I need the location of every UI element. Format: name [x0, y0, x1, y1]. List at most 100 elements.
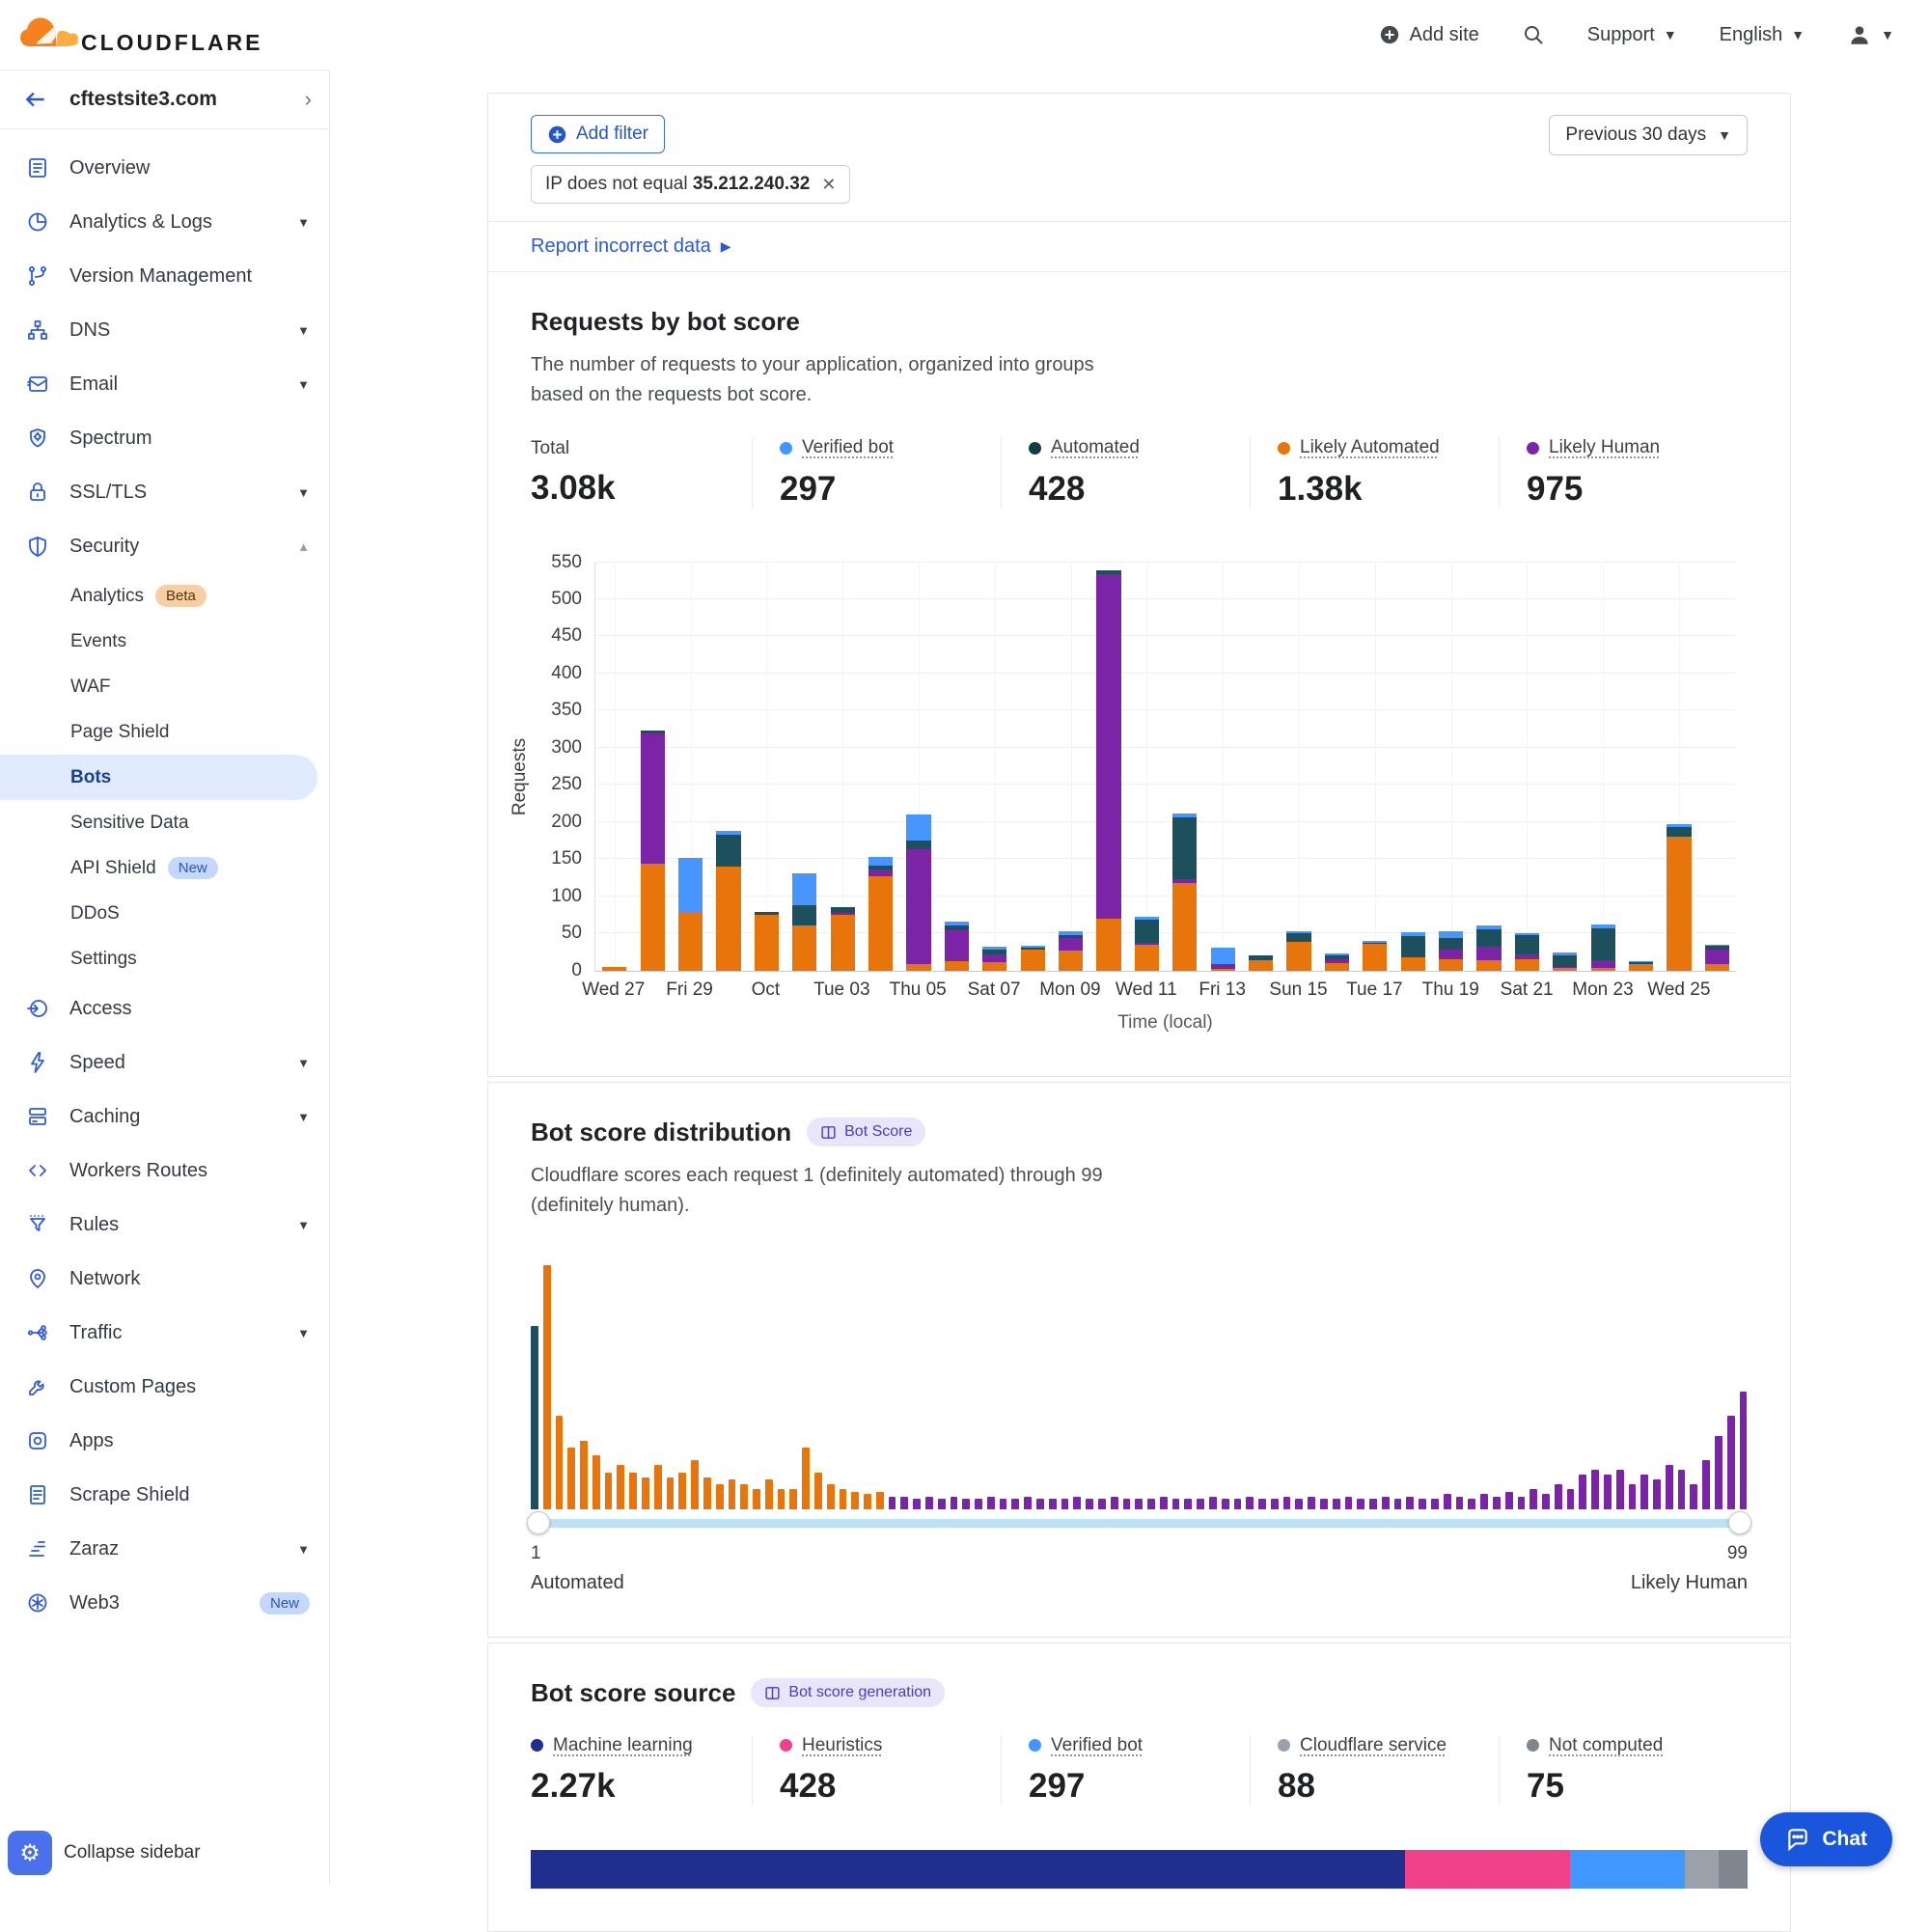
chevron-down-icon[interactable]: ▼	[297, 485, 310, 500]
stacked-bar[interactable]	[945, 922, 969, 970]
bot-score-badge[interactable]: Bot Score	[807, 1118, 925, 1146]
stacked-bar[interactable]	[1059, 931, 1083, 971]
histogram-bar-score-96[interactable]	[1702, 1460, 1710, 1509]
chevron-down-icon[interactable]: ▼	[297, 323, 310, 338]
sidebar-item-apps[interactable]: Apps	[0, 1414, 329, 1468]
chevron-right-icon[interactable]: ›	[305, 87, 312, 112]
histogram-bar-score-81[interactable]	[1518, 1497, 1526, 1509]
histogram-bar-score-71[interactable]	[1394, 1499, 1402, 1508]
add-filter-button[interactable]: Add filter	[531, 115, 665, 153]
histogram-bar-score-80[interactable]	[1505, 1492, 1513, 1509]
add-site-button[interactable]: Add site	[1379, 24, 1478, 46]
histogram-bar-score-25[interactable]	[827, 1484, 835, 1508]
sidebar-subitem-ddos[interactable]: DDoS	[0, 891, 329, 936]
histogram-bar-score-93[interactable]	[1666, 1465, 1673, 1509]
histogram-bar-score-23[interactable]	[802, 1448, 810, 1508]
sidebar-item-network[interactable]: Network	[0, 1252, 329, 1306]
histogram-bar-score-97[interactable]	[1715, 1436, 1722, 1509]
histogram-bar-score-56[interactable]	[1209, 1497, 1217, 1509]
histogram-bar-score-24[interactable]	[814, 1473, 822, 1509]
stacked-bar[interactable]	[831, 907, 855, 971]
histogram-bar-score-84[interactable]	[1555, 1484, 1562, 1508]
sidebar-item-analytics-logs[interactable]: Analytics & Logs▼	[0, 195, 329, 249]
chat-button[interactable]: Chat	[1760, 1812, 1892, 1866]
stacked-bar[interactable]	[1667, 824, 1691, 971]
stacked-bar[interactable]	[1553, 952, 1577, 970]
histogram-bar-score-67[interactable]	[1345, 1497, 1353, 1509]
slider-handle-max[interactable]	[1728, 1511, 1751, 1534]
histogram-bar-score-55[interactable]	[1197, 1499, 1204, 1508]
histogram-bar-score-77[interactable]	[1468, 1499, 1475, 1508]
histogram-bar-score-11[interactable]	[654, 1465, 662, 1509]
sidebar-item-ssl-tls[interactable]: SSL/TLS▼	[0, 465, 329, 519]
histogram-bar-score-17[interactable]	[729, 1479, 736, 1508]
histogram-bar-score-48[interactable]	[1111, 1497, 1118, 1509]
histogram-bar-score-95[interactable]	[1690, 1484, 1697, 1508]
histogram-bar-score-40[interactable]	[1011, 1499, 1019, 1508]
stacked-bar[interactable]	[868, 857, 893, 971]
sidebar-item-rules[interactable]: Rules▼	[0, 1198, 329, 1252]
histogram-bar-score-2[interactable]	[543, 1265, 551, 1509]
histogram-bar-score-53[interactable]	[1172, 1499, 1180, 1508]
histogram-bar-score-15[interactable]	[703, 1477, 711, 1509]
sidebar-subitem-bots[interactable]: Bots	[0, 755, 317, 800]
histogram-bar-score-62[interactable]	[1283, 1497, 1291, 1509]
histogram-bar-score-19[interactable]	[753, 1489, 760, 1508]
stacked-bar[interactable]	[1211, 948, 1235, 970]
histogram-bar-score-1[interactable]	[531, 1326, 538, 1509]
language-menu[interactable]: English▼	[1720, 24, 1805, 46]
histogram-bar-score-57[interactable]	[1222, 1499, 1229, 1508]
sidebar-subitem-settings[interactable]: Settings	[0, 936, 329, 981]
histogram-bar-score-35[interactable]	[951, 1497, 958, 1509]
histogram-bar-score-39[interactable]	[1000, 1499, 1007, 1508]
histogram-bar-score-66[interactable]	[1333, 1499, 1340, 1508]
histogram-bar-score-14[interactable]	[691, 1460, 699, 1509]
histogram-bar-score-9[interactable]	[629, 1473, 637, 1509]
histogram-bar-score-41[interactable]	[1024, 1497, 1032, 1509]
histogram-bar-score-91[interactable]	[1640, 1475, 1648, 1508]
histogram-bar-score-38[interactable]	[987, 1497, 995, 1509]
histogram-bar-score-78[interactable]	[1480, 1494, 1488, 1508]
histogram-bar-score-5[interactable]	[580, 1441, 588, 1509]
histogram-bar-score-6[interactable]	[592, 1455, 600, 1509]
histogram-bar-score-85[interactable]	[1567, 1489, 1575, 1508]
sidebar-item-email[interactable]: Email▼	[0, 357, 329, 411]
stacked-bar[interactable]	[755, 912, 779, 971]
sidebar-item-spectrum[interactable]: Spectrum	[0, 411, 329, 465]
back-arrow-icon[interactable]	[23, 87, 48, 112]
histogram-bar-score-61[interactable]	[1271, 1499, 1279, 1508]
histogram-bar-score-58[interactable]	[1234, 1499, 1242, 1508]
histogram-bar-score-74[interactable]	[1431, 1499, 1439, 1508]
stacked-bar[interactable]	[906, 814, 930, 971]
report-incorrect-data-link[interactable]: Report incorrect data▶	[531, 235, 731, 258]
histogram-bar-score-82[interactable]	[1529, 1489, 1537, 1508]
stacked-bar[interactable]	[982, 947, 1006, 971]
sidebar-item-zaraz[interactable]: Zaraz▼	[0, 1522, 329, 1576]
stacked-bar[interactable]	[1476, 925, 1501, 970]
chevron-down-icon[interactable]: ▼	[297, 1542, 310, 1557]
histogram-bar-score-18[interactable]	[740, 1484, 748, 1508]
sidebar-item-scrape-shield[interactable]: Scrape Shield	[0, 1468, 329, 1522]
sidebar-subitem-analytics[interactable]: AnalyticsBeta	[0, 573, 329, 619]
histogram-bar-score-34[interactable]	[938, 1499, 946, 1508]
slider-handle-min[interactable]	[527, 1511, 550, 1534]
histogram-bar-score-76[interactable]	[1456, 1497, 1464, 1509]
stacked-bar[interactable]	[1286, 931, 1310, 970]
histogram-bar-score-87[interactable]	[1591, 1470, 1599, 1508]
histogram-bar-score-89[interactable]	[1616, 1470, 1624, 1508]
sidebar-item-traffic[interactable]: Traffic▼	[0, 1306, 329, 1360]
stacked-bar[interactable]	[1705, 945, 1729, 971]
sidebar-item-version-management[interactable]: Version Management	[0, 249, 329, 303]
stacked-bar[interactable]	[1363, 941, 1387, 971]
score-range-slider[interactable]	[531, 1519, 1748, 1528]
histogram-bar-score-16[interactable]	[716, 1484, 724, 1508]
sidebar-subitem-api-shield[interactable]: API ShieldNew	[0, 845, 329, 891]
histogram-bar-score-7[interactable]	[605, 1473, 613, 1509]
stacked-bar[interactable]	[1021, 946, 1045, 970]
sidebar-item-dns[interactable]: DNS▼	[0, 303, 329, 357]
histogram-bar-score-45[interactable]	[1073, 1497, 1081, 1509]
cloudflare-logo[interactable]: CLOUDFLARE	[19, 14, 262, 56]
histogram-bar-score-49[interactable]	[1123, 1499, 1131, 1508]
site-selector[interactable]: cftestsite3.com ›	[0, 69, 329, 129]
stacked-bar[interactable]	[1096, 570, 1120, 971]
